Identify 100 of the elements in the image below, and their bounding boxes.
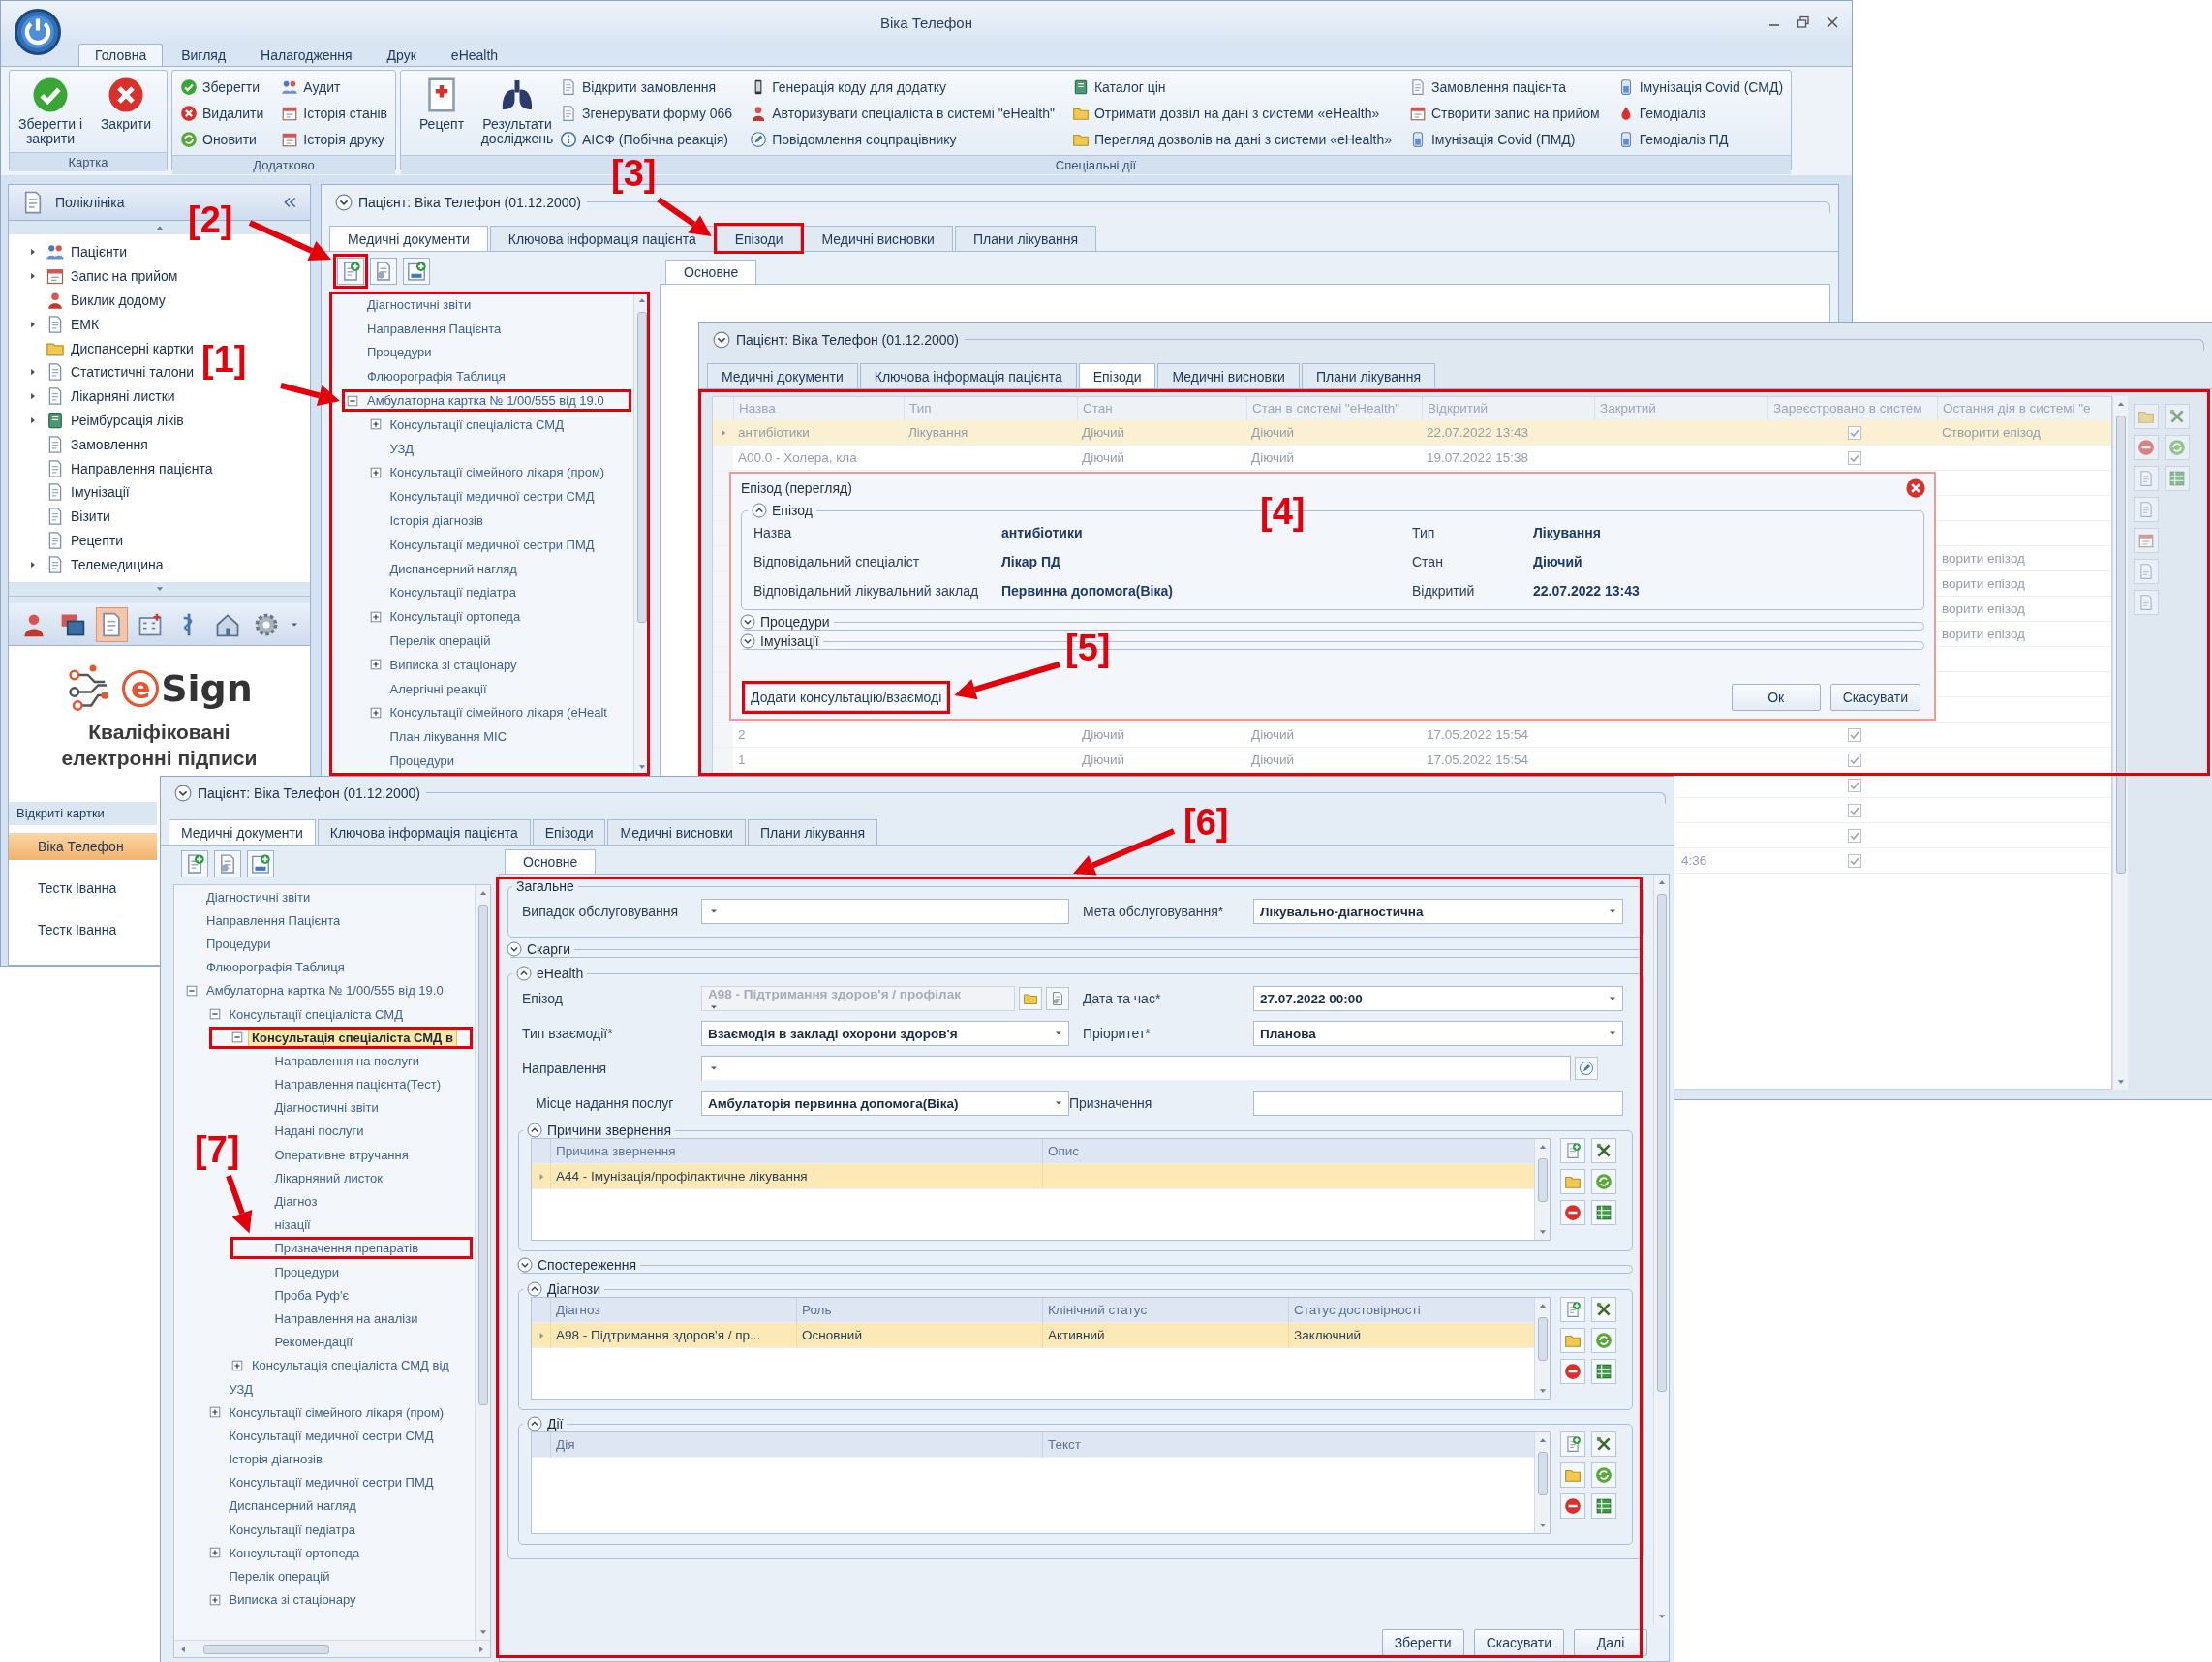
chevron-up-icon[interactable]: [527, 1123, 542, 1138]
tab[interactable]: Медичні висновки: [1157, 363, 1300, 388]
tab[interactable]: Плани лікування: [954, 226, 1097, 251]
plus-box-icon[interactable]: [230, 1358, 244, 1372]
restore-icon[interactable]: [1796, 15, 1811, 30]
checkbox[interactable]: [1848, 853, 1861, 868]
ribbon-tab[interactable]: Вигляд: [165, 44, 243, 66]
minus-box-icon[interactable]: [230, 1031, 244, 1045]
form-button[interactable]: Скасувати: [1473, 1629, 1564, 1656]
toolbar-button[interactable]: [1560, 1169, 1585, 1194]
tree-item[interactable]: Виписка зі стаціонару: [225, 1590, 360, 1610]
plus-box-icon[interactable]: [368, 465, 383, 479]
lookup-button[interactable]: [1575, 1057, 1598, 1080]
checkbox[interactable]: [1848, 753, 1861, 767]
chevron-down-icon[interactable]: [507, 941, 522, 957]
tree-item[interactable]: Перелік операцій: [385, 631, 495, 651]
toolbar-button[interactable]: [1591, 1297, 1616, 1322]
tab[interactable]: Медичні висновки: [607, 819, 746, 845]
toolbar-button[interactable]: [403, 258, 430, 285]
toolbar-button[interactable]: [247, 850, 274, 877]
tab[interactable]: Ключова інформація пацієнта: [859, 363, 1077, 388]
scrollbar-thumb[interactable]: [1656, 894, 1667, 1392]
tree-item[interactable]: Консультація спеціаліста СМД від: [248, 1356, 453, 1375]
tree-item[interactable]: Проба Руф'є: [270, 1285, 353, 1305]
toolbar-button[interactable]: [1591, 1359, 1616, 1384]
toolbar-button[interactable]: [1560, 1493, 1585, 1519]
toolbar-button[interactable]: [337, 258, 364, 285]
checkbox[interactable]: [1848, 778, 1861, 792]
toolbar-button[interactable]: [1560, 1138, 1585, 1163]
tree-item[interactable]: нізації: [270, 1216, 315, 1235]
tree-item[interactable]: Консультації ортопеда: [225, 1543, 364, 1562]
plus-box-icon[interactable]: [207, 1592, 222, 1607]
minus-box-icon[interactable]: [207, 1007, 222, 1022]
scrollbar-thumb[interactable]: [1537, 1317, 1548, 1361]
nav-item[interactable]: Замовлення: [71, 436, 148, 452]
tree-item[interactable]: Рекомендації: [270, 1333, 356, 1352]
ribbon-button[interactable]: Закрити: [91, 74, 161, 135]
tab[interactable]: Основне: [505, 849, 597, 874]
tab[interactable]: Ключова інформація пацієнта: [317, 819, 531, 845]
minus-box-icon[interactable]: [346, 393, 359, 408]
toolbar-button[interactable]: [1591, 1493, 1616, 1519]
chevron-down-icon[interactable]: [517, 1257, 533, 1273]
ribbon-button[interactable]: Результати досліджень: [481, 74, 552, 149]
nav-item[interactable]: Виклик додому: [71, 292, 166, 308]
ribbon-button[interactable]: Повідомлення соцпрацівнику: [748, 126, 1057, 152]
plus-box-icon[interactable]: [368, 705, 383, 720]
tree-item[interactable]: Консультації педіатра: [225, 1520, 359, 1539]
tree-item[interactable]: Діагностичні звіти: [270, 1098, 383, 1118]
tree-item[interactable]: Діагностичні звіти: [363, 294, 476, 314]
nav-item[interactable]: Запис на прийом: [71, 268, 178, 285]
ribbon-button[interactable]: Авторизувати спеціаліста в системі "eHealth": [748, 100, 1057, 126]
toolbar-button[interactable]: [1591, 1328, 1616, 1353]
toolbar-button[interactable]: [1591, 1138, 1616, 1163]
ribbon-button[interactable]: Створити запис на прийом: [1407, 100, 1602, 126]
tree-item[interactable]: УЗД: [385, 439, 418, 458]
tree-item[interactable]: Консультації сімейного лікаря (пром): [225, 1402, 448, 1422]
tab[interactable]: Основне: [665, 260, 757, 284]
chevron-down-icon[interactable]: [174, 785, 192, 802]
ribbon-button[interactable]: Імунізація Covid (ПМД): [1407, 126, 1602, 152]
add-consultation-button[interactable]: Додати консультацію/взаємоді: [745, 684, 948, 711]
tree-item[interactable]: Історія діагнозів: [225, 1450, 326, 1469]
dropdown-field[interactable]: Планова: [1253, 1021, 1623, 1046]
open-card-item[interactable]: Тестк Іванна: [9, 915, 157, 943]
tree-item[interactable]: Консультації ортопеда: [385, 607, 525, 627]
checkbox[interactable]: [1848, 450, 1861, 465]
ribbon-button[interactable]: Оновити: [178, 126, 266, 152]
checkbox[interactable]: [1848, 727, 1861, 742]
ribbon-tab[interactable]: Головна: [78, 44, 164, 66]
table-row[interactable]: A98 - Підтримання здоров'я / пр... Основний Активний Заключний: [532, 1323, 1534, 1348]
toolbar-button[interactable]: [1591, 1462, 1616, 1488]
open-card-item[interactable]: Тестк Іванна: [9, 874, 157, 902]
nav-item[interactable]: Візити: [71, 508, 110, 525]
tree-item[interactable]: Перелік операцій: [225, 1567, 334, 1586]
tab[interactable]: Медичні документи: [707, 363, 858, 388]
toolbar-button[interactable]: [1560, 1462, 1585, 1488]
checkbox[interactable]: [1848, 828, 1861, 843]
tree-item[interactable]: Діагноз: [270, 1192, 322, 1212]
ribbon-button[interactable]: Аудит: [279, 74, 389, 100]
minus-box-icon[interactable]: [185, 983, 199, 998]
nav-item[interactable]: Направлення пацієнта: [71, 460, 213, 477]
nav-item[interactable]: ЕМК: [71, 316, 100, 332]
tree-item[interactable]: Консультації спеціаліста СМД: [385, 415, 568, 434]
tab[interactable]: Плани лікування: [747, 819, 878, 845]
toolbar-button[interactable]: [1560, 1431, 1585, 1457]
nav-item[interactable]: Лікарняні листки: [71, 388, 175, 405]
dropdown-field[interactable]: 27.07.2022 00:00: [1253, 986, 1623, 1011]
lookup-button[interactable]: [1019, 987, 1042, 1010]
tree-item[interactable]: Лікарняний листок: [270, 1168, 386, 1187]
scrollbar-thumb[interactable]: [636, 312, 647, 623]
toolbar-button[interactable]: [1560, 1200, 1585, 1225]
ribbon-tab[interactable]: Налагодження: [244, 44, 369, 66]
tree-item[interactable]: Консультації спеціаліста СМД: [225, 1004, 407, 1024]
tree-item[interactable]: УЗД: [225, 1379, 258, 1399]
tree-item[interactable]: Алергічні реакції: [385, 679, 491, 698]
dropdown-field[interactable]: [701, 899, 1069, 924]
tree-item[interactable]: Консультації сімейного лікаря (eHealt: [385, 703, 611, 723]
dropdown-field[interactable]: Лікувально-діагностична: [1253, 899, 1623, 924]
tree-item[interactable]: Флюорографія Таблиця: [202, 958, 349, 977]
tree-item[interactable]: Процедури: [270, 1262, 343, 1281]
toolbar-button[interactable]: [1591, 1200, 1616, 1225]
